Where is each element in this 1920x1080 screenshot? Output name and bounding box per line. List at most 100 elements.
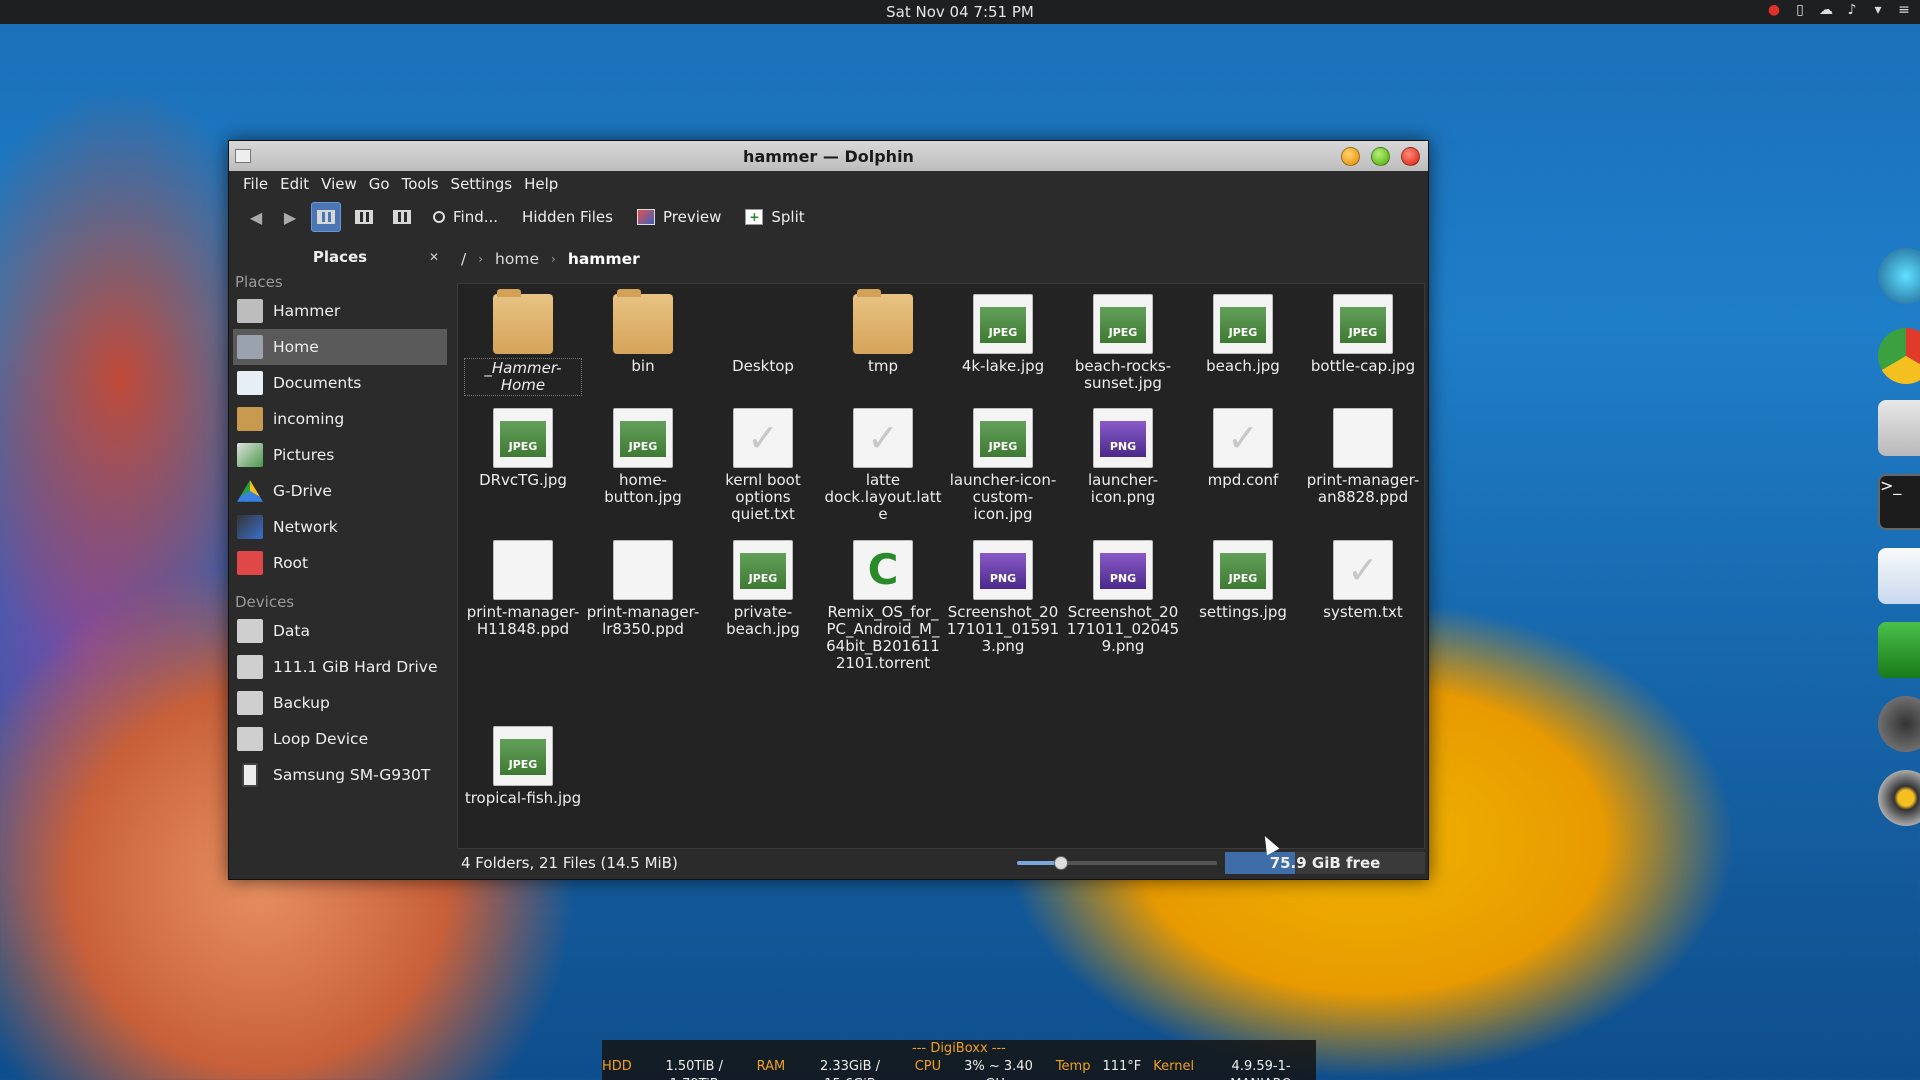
breadcrumb-root[interactable]: /: [461, 250, 466, 268]
compact-view-button[interactable]: [349, 202, 379, 232]
split-button[interactable]: + Split: [737, 208, 812, 226]
sidebar-item-documents[interactable]: Documents: [233, 365, 447, 401]
launcher-icon[interactable]: [1878, 248, 1920, 304]
check-file-icon: [1213, 408, 1273, 468]
camera-icon[interactable]: [1878, 696, 1920, 752]
breadcrumb-home[interactable]: home: [495, 250, 539, 268]
file-item[interactable]: home-button.jpg: [584, 408, 702, 506]
hidden-files-button[interactable]: Hidden Files: [514, 208, 621, 226]
file-item[interactable]: 4k-lake.jpg: [944, 294, 1062, 375]
icons-view-button[interactable]: [311, 202, 341, 232]
zoom-slider-handle[interactable]: [1054, 856, 1068, 870]
compact-view-icon: [355, 210, 373, 224]
file-item[interactable]: print-manager-H11848.ppd: [464, 540, 582, 638]
forward-arrow-icon[interactable]: ▶: [277, 208, 303, 227]
file-view[interactable]: _Hammer-Home bin Desktop tmp 4k-lake.jpg beac…: [457, 283, 1425, 849]
file-name: Screenshot_20171011_020459.png: [1066, 603, 1180, 655]
chrome-icon[interactable]: [1878, 328, 1920, 384]
preview-button[interactable]: Preview: [629, 208, 729, 226]
sidebar-item-hard-drive[interactable]: 111.1 GiB Hard Drive: [233, 649, 447, 685]
monitor-title: --- DigiBoxx ---: [912, 1041, 1006, 1056]
file-item[interactable]: Screenshot_20171011_020459.png: [1064, 540, 1182, 655]
file-item[interactable]: beach-rocks-sunset.jpg: [1064, 294, 1182, 392]
file-name: _Hammer-Home: [464, 358, 582, 396]
file-item[interactable]: mpd.conf: [1184, 408, 1302, 489]
sidebar-item-root[interactable]: Root: [233, 545, 447, 581]
file-item[interactable]: tropical-fish.jpg: [464, 726, 582, 807]
file-item[interactable]: latte dock.layout.latte: [824, 408, 942, 523]
file-item[interactable]: settings.jpg: [1184, 540, 1302, 621]
clock[interactable]: Sat Nov 04 7:51 PM: [886, 3, 1034, 21]
file-item[interactable]: launcher-icon-custom-icon.jpg: [944, 408, 1062, 523]
maximize-button[interactable]: [1371, 147, 1390, 166]
file-item[interactable]: Remix_OS_for_PC_Android_M_64bit_B2016112…: [824, 540, 942, 672]
spreadsheet-icon[interactable]: [1878, 622, 1920, 678]
file-item[interactable]: DRvcTG.jpg: [464, 408, 582, 489]
file-item[interactable]: system.txt: [1304, 540, 1422, 621]
sidebar-item-samsung[interactable]: Samsung SM-G930T: [233, 757, 447, 793]
phone-icon[interactable]: ▯: [1792, 2, 1808, 18]
file-item[interactable]: tmp: [824, 289, 942, 375]
png-file-icon: [973, 540, 1033, 600]
file-item[interactable]: Desktop: [704, 294, 822, 375]
hdd-label: HDD: [602, 1059, 632, 1074]
menu-view[interactable]: View: [315, 175, 363, 193]
sidebar-item-label: Documents: [273, 374, 362, 392]
find-button[interactable]: Find...: [425, 208, 506, 226]
menu-file[interactable]: File: [237, 175, 274, 193]
sidebar-item-incoming[interactable]: incoming: [233, 401, 447, 437]
ghost-icon[interactable]: ●: [1766, 2, 1782, 18]
text-editor-icon[interactable]: [1878, 548, 1920, 604]
file-item[interactable]: print-manager-an8828.ppd: [1304, 408, 1422, 506]
breadcrumb-current[interactable]: hammer: [568, 250, 640, 268]
file-name: private-beach.jpg: [726, 603, 800, 638]
file-item[interactable]: kernl boot options quiet.txt: [704, 408, 822, 523]
terminal-icon[interactable]: >_: [1878, 474, 1920, 530]
doc-file-icon: [613, 540, 673, 600]
window-menu-icon[interactable]: [235, 149, 251, 163]
file-name: Remix_OS_for_PC_Android_M_64bit_B2016112…: [826, 603, 940, 672]
file-item[interactable]: bin: [584, 289, 702, 375]
places-section-header: Places: [235, 273, 283, 291]
sidebar-item-g-drive[interactable]: G-Drive: [233, 473, 447, 509]
png-file-icon: [1093, 408, 1153, 468]
close-button[interactable]: [1401, 147, 1420, 166]
title-bar[interactable]: hammer — Dolphin: [229, 141, 1428, 171]
menu-settings[interactable]: Settings: [445, 175, 519, 193]
zoom-slider[interactable]: [1017, 856, 1217, 870]
file-item[interactable]: launcher-icon.png: [1064, 408, 1182, 506]
details-view-button[interactable]: [387, 202, 417, 232]
menu-help[interactable]: Help: [518, 175, 564, 193]
menu-go[interactable]: Go: [363, 175, 396, 193]
volume-icon[interactable]: ♪: [1844, 2, 1860, 18]
top-panel: Sat Nov 04 7:51 PM ● ▯ ☁ ♪ ▾ ≡: [0, 0, 1920, 24]
menu-tools[interactable]: Tools: [396, 175, 445, 193]
file-item[interactable]: Screenshot_20171011_015913.png: [944, 540, 1062, 655]
file-item[interactable]: beach.jpg: [1184, 294, 1302, 375]
sidebar-item-pictures[interactable]: Pictures: [233, 437, 447, 473]
chevron-right-icon: ›: [551, 252, 556, 266]
sidebar-item-loop-device[interactable]: Loop Device: [233, 721, 447, 757]
sidebar-item-home[interactable]: Home: [233, 329, 447, 365]
menu-icon[interactable]: ≡: [1896, 2, 1912, 18]
close-panel-icon[interactable]: ✕: [429, 245, 439, 269]
sidebar-item-backup[interactable]: Backup: [233, 685, 447, 721]
sidebar-item-hammer[interactable]: Hammer: [233, 293, 447, 329]
file-item[interactable]: print-manager-lr8350.ppd: [584, 540, 702, 638]
minimize-button[interactable]: [1341, 147, 1360, 166]
jpeg-file-icon: [493, 408, 553, 468]
file-manager-icon[interactable]: [1878, 400, 1920, 456]
free-space-indicator[interactable]: 75.9 GiB free: [1225, 852, 1425, 874]
file-item[interactable]: private-beach.jpg: [704, 540, 822, 638]
sidebar-item-network[interactable]: Network: [233, 509, 447, 545]
menu-edit[interactable]: Edit: [274, 175, 315, 193]
sidebar-item-data[interactable]: Data: [233, 613, 447, 649]
preview-label: Preview: [662, 208, 722, 226]
file-item[interactable]: bottle-cap.jpg: [1304, 294, 1422, 375]
chevron-down-icon[interactable]: ▾: [1870, 2, 1886, 18]
weather-icon[interactable]: ☁: [1818, 2, 1834, 18]
speaker-icon[interactable]: [1878, 770, 1920, 826]
back-arrow-icon[interactable]: ◀: [243, 208, 269, 227]
file-item[interactable]: _Hammer-Home: [464, 289, 582, 396]
window-title: hammer — Dolphin: [743, 146, 914, 166]
